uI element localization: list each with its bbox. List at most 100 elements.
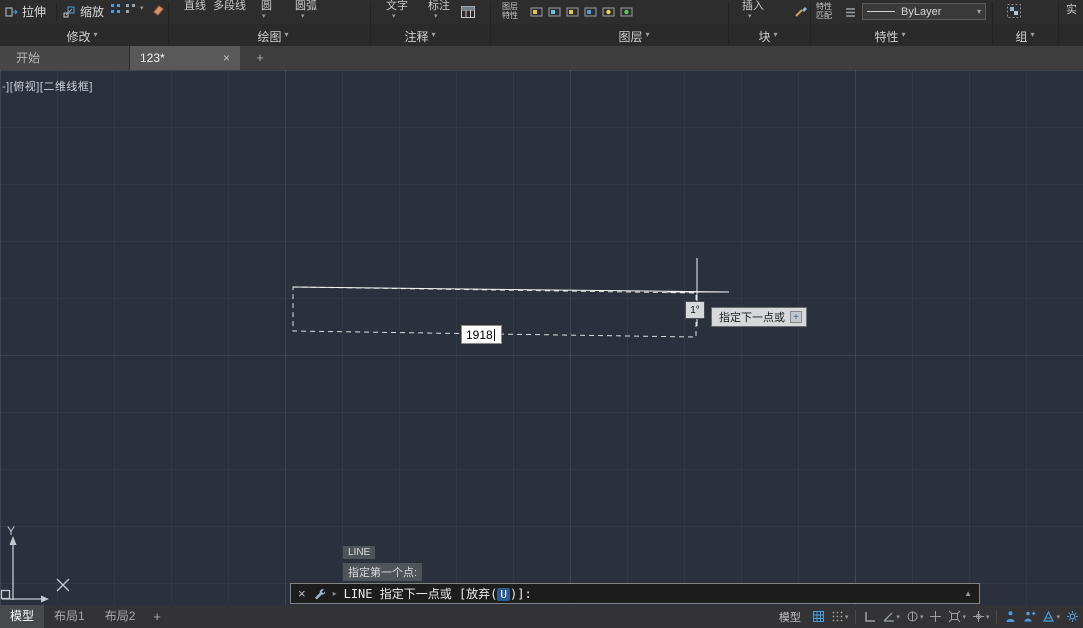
panel-draw-label: 绘图 <box>257 28 281 45</box>
ortho-toggle[interactable] <box>861 608 878 625</box>
list-icon[interactable] <box>844 6 857 19</box>
panel-block-label: 块 <box>758 28 770 45</box>
group-icon[interactable] <box>1006 3 1022 19</box>
panel-annotate[interactable]: 注释 ▾ <box>395 28 445 45</box>
erase-button[interactable] <box>152 3 165 16</box>
layer-color-icon[interactable] <box>584 5 597 18</box>
new-drawing-button[interactable]: + <box>252 50 268 66</box>
chevron-down-icon[interactable]: ▾ <box>392 13 396 21</box>
down-arrow-hint-icon: + <box>790 311 802 323</box>
ribbon-tool-row: 拉伸 缩放 ▾ <box>0 0 1083 24</box>
panel-divider <box>810 2 811 44</box>
toolbar-divider <box>56 3 57 21</box>
linetype-sample-icon <box>867 11 895 12</box>
polar-icon <box>882 610 895 623</box>
tab-layout2[interactable]: 布局2 <box>95 605 146 628</box>
polyline-tool-label[interactable]: 多段线 <box>213 0 246 12</box>
dynamic-length-input[interactable]: 1918 <box>461 325 502 344</box>
array-alt-icon <box>125 3 136 14</box>
ortho-icon <box>863 610 876 623</box>
insert-block-label[interactable]: 插入 <box>742 0 764 12</box>
isodraft-toggle[interactable]: ▾ <box>904 608 926 625</box>
status-divider <box>996 610 997 624</box>
tab-model[interactable]: 模型 <box>0 605 44 628</box>
chevron-down-icon: ▾ <box>94 30 98 45</box>
chevron-down-icon[interactable]: ▾ <box>301 13 305 21</box>
layer-state-icon[interactable] <box>530 5 543 18</box>
close-icon[interactable]: × <box>223 51 230 65</box>
scale-button[interactable]: 缩放 <box>62 3 104 20</box>
gizmo-toggle[interactable]: ▾ <box>970 608 992 625</box>
chevron-down-icon[interactable]: ▾ <box>748 13 752 21</box>
command-option-key[interactable]: U <box>497 588 510 601</box>
dimension-tool-label[interactable]: 标注 <box>428 0 450 12</box>
new-layout-button[interactable]: + <box>145 605 169 628</box>
tab-drawing-123[interactable]: 123* × <box>130 46 240 70</box>
line-tool-label[interactable]: 直线 <box>184 0 206 12</box>
chevron-down-icon: ▾ <box>1031 30 1035 45</box>
panel-properties[interactable]: 特性 ▾ <box>865 28 915 45</box>
utility-panel-partial-label[interactable]: 实 <box>1066 4 1077 16</box>
chevron-down-icon[interactable]: ▾ <box>920 613 924 621</box>
chevron-down-icon[interactable]: ▾ <box>434 13 438 21</box>
tab-layout1[interactable]: 布局1 <box>44 605 95 628</box>
chevron-down-icon[interactable]: ▾ <box>140 5 144 13</box>
drawing-overlay: Y <box>0 70 1083 605</box>
match-properties-icon[interactable] <box>794 4 808 18</box>
bylayer-dropdown[interactable]: ByLayer ▾ <box>862 3 986 20</box>
snap-toggle[interactable]: ▾ <box>829 608 851 625</box>
panel-draw[interactable]: 绘图 ▾ <box>248 28 298 45</box>
command-prompt-text[interactable]: LINE 指定下一点或 [放弃(U)]: <box>344 585 532 602</box>
osnap-toggle[interactable]: ▾ <box>946 608 968 625</box>
layer-properties-label-2: 特性 <box>498 11 522 20</box>
text-tool-label[interactable]: 文字 <box>386 0 408 12</box>
chevron-down-icon[interactable]: ▾ <box>977 7 981 16</box>
command-line[interactable]: × ▸ LINE 指定下一点或 [放弃(U)]: ▲ <box>290 583 980 604</box>
layer-on-off-icon[interactable] <box>602 5 615 18</box>
array-button[interactable]: ▾ <box>110 3 144 14</box>
chevron-down-icon[interactable]: ▾ <box>262 13 266 21</box>
chevron-down-icon[interactable]: ▾ <box>986 613 990 621</box>
panel-modify[interactable]: 修改 ▾ <box>57 28 107 45</box>
snap-icon <box>831 610 844 623</box>
match-properties-button[interactable]: 特性 匹配 <box>812 2 836 20</box>
panel-block[interactable]: 块 ▾ <box>743 28 793 45</box>
model-space-label[interactable]: 模型 <box>779 609 801 625</box>
stretch-label: 拉伸 <box>22 3 46 20</box>
arc-tool-label[interactable]: 圆弧 <box>295 0 317 12</box>
drawing-canvas[interactable]: -][俯视][二维线框] Y 1° 指定下一点或 + 1918 LINE 指定第… <box>0 70 1083 605</box>
panel-group[interactable]: 组 ▾ <box>1000 28 1050 45</box>
panel-divider <box>168 2 169 44</box>
table-icon[interactable] <box>460 4 476 20</box>
first-point-prompt-badge: 指定第一个点: <box>343 563 422 581</box>
expand-history-icon[interactable]: ▲ <box>964 589 972 598</box>
close-icon[interactable]: × <box>298 587 306 600</box>
circle-tool-label[interactable]: 圆 <box>261 0 272 12</box>
polar-tracking-toggle[interactable]: ▾ <box>880 608 902 625</box>
panel-divider <box>728 2 729 44</box>
tab-start[interactable]: 开始 <box>0 46 130 70</box>
chevron-down-icon[interactable]: ▾ <box>962 613 966 621</box>
chevron-down-icon[interactable]: ▾ <box>1056 613 1060 621</box>
layer-properties-button[interactable]: 图层 特性 <box>498 2 522 20</box>
workspace-gear-toggle[interactable] <box>1064 608 1081 625</box>
stretch-button[interactable]: 拉伸 <box>4 3 46 20</box>
annotation-scale-toggle[interactable]: ▾ <box>1040 608 1062 625</box>
ucs-x-arrow-icon <box>41 596 49 603</box>
grid-toggle[interactable] <box>810 608 827 625</box>
chevron-down-icon[interactable]: ▾ <box>845 613 849 621</box>
panel-layers[interactable]: 图层 ▾ <box>609 28 659 45</box>
layer-lock-icon[interactable] <box>566 5 579 18</box>
status-toggles: 模型 ▾ <box>779 605 1081 628</box>
wrench-icon[interactable] <box>313 587 326 600</box>
annotation-visibility-toggle[interactable] <box>1002 608 1019 625</box>
layer-isolate-icon[interactable] <box>620 5 633 18</box>
chevron-down-icon[interactable]: ▾ <box>896 613 900 621</box>
annotation-autoscale-toggle[interactable] <box>1021 608 1038 625</box>
panel-annotate-label: 注释 <box>404 28 428 45</box>
autocad-window: 拉伸 缩放 ▾ <box>0 0 1083 628</box>
status-divider <box>855 610 856 624</box>
layer-freeze-icon[interactable] <box>548 5 561 18</box>
panel-divider <box>490 2 491 44</box>
osnap-tracking-toggle[interactable] <box>927 608 944 625</box>
